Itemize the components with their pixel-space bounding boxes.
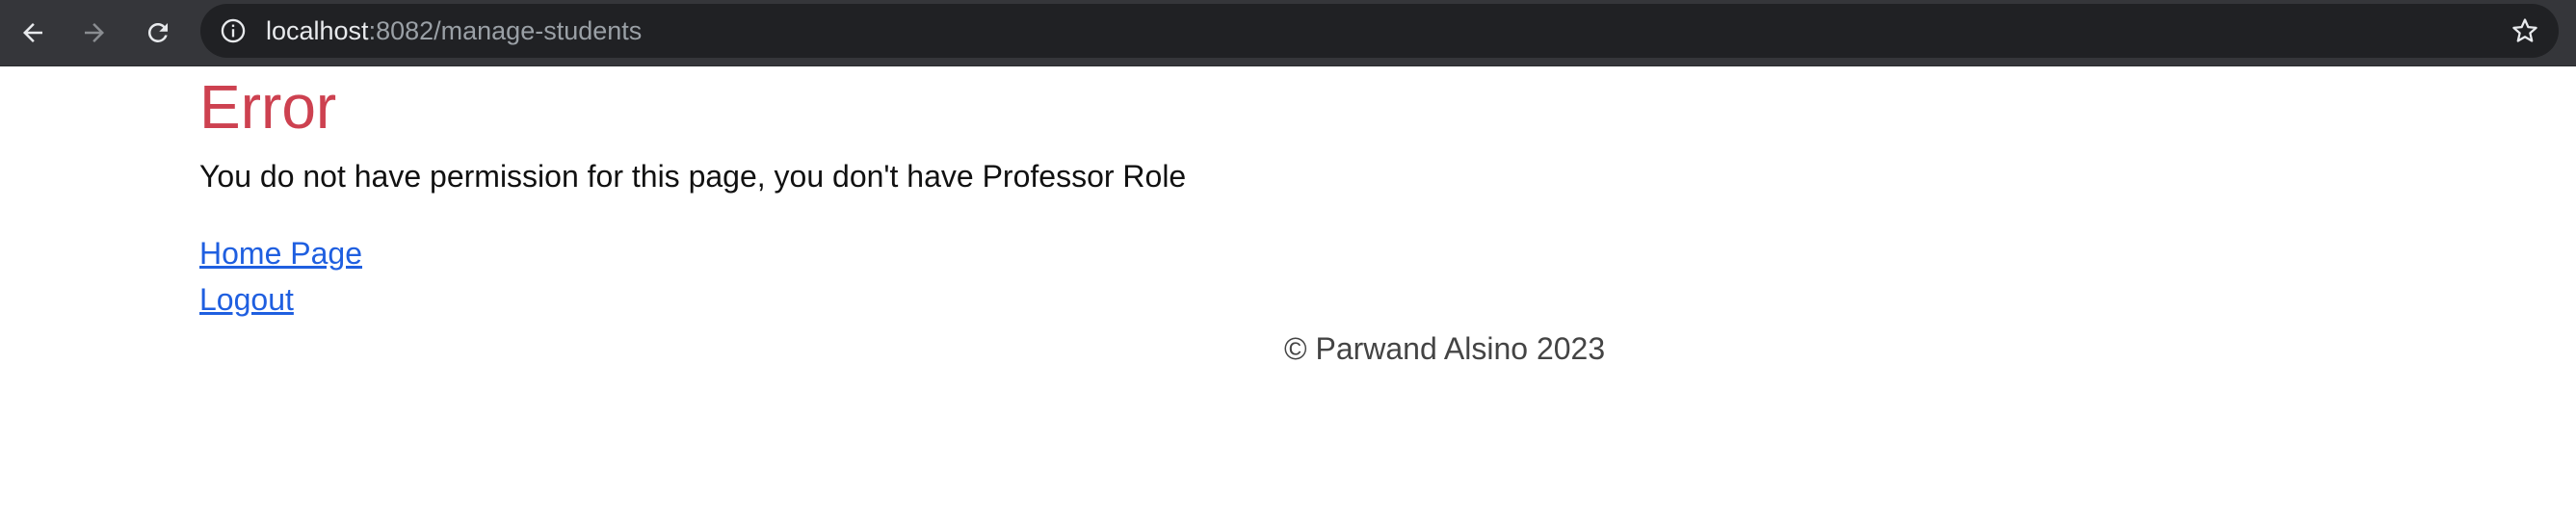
- url-text[interactable]: localhost:8082/manage-students: [266, 4, 642, 58]
- arrow-left-icon: [23, 23, 42, 42]
- reload-button[interactable]: [139, 13, 177, 52]
- reload-icon: [147, 22, 168, 42]
- address-bar[interactable]: localhost:8082/manage-students: [200, 4, 2559, 58]
- logout-link[interactable]: Logout: [199, 282, 294, 318]
- forward-button[interactable]: [75, 13, 114, 52]
- error-message: You do not have permission for this page…: [199, 159, 1187, 194]
- star-icon[interactable]: [2510, 16, 2539, 45]
- info-circle-icon[interactable]: [220, 17, 247, 44]
- back-button[interactable]: [13, 13, 52, 52]
- url-host: localhost: [266, 16, 369, 45]
- url-path: :8082/manage-students: [368, 16, 643, 45]
- home-page-link[interactable]: Home Page: [199, 236, 362, 272]
- browser-toolbar: localhost:8082/manage-students: [0, 0, 2576, 66]
- arrow-right-icon: [85, 23, 104, 42]
- page-title: Error: [199, 72, 337, 142]
- footer-copyright: © Parwand Alsino 2023: [1284, 331, 1606, 366]
